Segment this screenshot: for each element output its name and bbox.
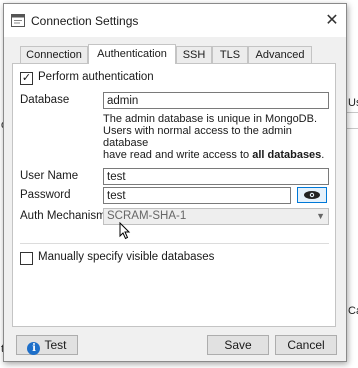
close-icon[interactable]: ✕: [318, 8, 346, 34]
perform-authentication-checkbox[interactable]: ✓: [20, 72, 33, 85]
background-label-car: Car: [348, 305, 358, 317]
help-line-2: Users with normal access to the admin da…: [103, 125, 292, 149]
username-field[interactable]: test: [103, 168, 329, 185]
test-button[interactable]: i Test: [16, 335, 78, 355]
background-label-us: Us: [348, 97, 358, 109]
auth-mechanism-label: Auth Mechanism: [20, 210, 106, 222]
info-icon: i: [27, 342, 41, 355]
tab-ssh[interactable]: SSH: [176, 46, 212, 63]
help-line-3-end: .: [321, 149, 325, 161]
auth-mechanism-value: SCRAM-SHA-1: [107, 210, 187, 222]
tab-tls[interactable]: TLS: [212, 46, 248, 63]
title-bar: Connection Settings ✕: [4, 4, 346, 37]
mouse-cursor-icon: [119, 222, 131, 240]
tab-advanced[interactable]: Advanced: [248, 46, 312, 63]
show-password-button[interactable]: [297, 187, 327, 203]
connection-settings-dialog: Connection Settings ✕ Connection Authent…: [3, 3, 347, 362]
database-help-text: The admin database is unique in MongoDB.…: [103, 113, 335, 161]
auth-mechanism-select[interactable]: SCRAM-SHA-1 ▼: [103, 208, 329, 225]
password-field[interactable]: test: [103, 187, 291, 204]
password-label: Password: [20, 189, 71, 201]
database-field[interactable]: admin: [103, 92, 329, 109]
help-line-3-text: have read and write access to: [103, 149, 253, 161]
database-label: Database: [20, 94, 70, 106]
save-button[interactable]: Save: [207, 335, 269, 355]
eye-icon: [304, 191, 320, 199]
window-app-icon: [11, 14, 25, 27]
perform-authentication-label: Perform authentication: [38, 71, 154, 83]
window-title: Connection Settings: [31, 14, 139, 28]
test-button-label: Test: [44, 338, 67, 352]
cancel-button[interactable]: Cancel: [275, 335, 337, 355]
help-line-3: have read and write access to all databa…: [103, 149, 335, 161]
tab-connection[interactable]: Connection: [20, 46, 88, 63]
help-line-3-bold: all databases: [252, 149, 322, 161]
username-label: User Name: [20, 170, 79, 182]
chevron-down-icon: ▼: [316, 211, 325, 221]
visible-databases-label: Manually specify visible databases: [38, 251, 215, 263]
section-divider: [20, 243, 329, 244]
help-line-1: The admin database is unique in MongoDB.: [103, 113, 318, 125]
authentication-panel: ✓ Perform authentication Database admin …: [12, 63, 336, 327]
visible-databases-checkbox[interactable]: [20, 252, 33, 265]
tab-strip: Connection Authentication SSH TLS Advanc…: [12, 44, 342, 64]
tab-authentication[interactable]: Authentication: [88, 44, 176, 64]
